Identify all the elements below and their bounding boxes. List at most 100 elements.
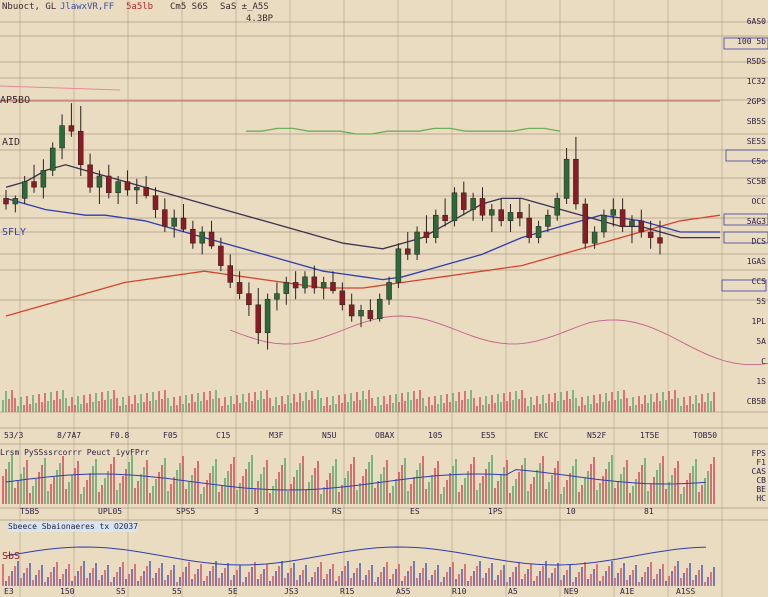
indicator-bar <box>296 580 298 586</box>
volume-bar <box>53 477 55 504</box>
volume-bar <box>695 459 697 504</box>
volume-bar <box>314 468 316 504</box>
volume-bar <box>215 459 217 504</box>
volume-bar <box>308 400 310 412</box>
volume-bar <box>50 392 52 412</box>
indicator-label: SbS <box>2 551 21 562</box>
price-axis-label: 1GAS <box>747 257 766 266</box>
volume-bar <box>515 479 517 504</box>
indicator-bar <box>611 561 613 586</box>
volume-bar <box>296 402 298 412</box>
volume-bar <box>533 477 535 504</box>
volume-bar <box>680 494 682 504</box>
indicator-bar <box>11 571 13 586</box>
volume-bar <box>386 404 388 412</box>
indicator-bar <box>320 562 322 586</box>
indicator-bar <box>254 562 256 586</box>
volume-bar <box>422 456 424 504</box>
candle-body <box>87 164 93 188</box>
indicator-bar <box>581 567 583 586</box>
volume-bar <box>227 471 229 504</box>
candle-body <box>236 282 243 294</box>
candle-body <box>21 181 28 199</box>
indicator-bar <box>542 566 544 586</box>
volume-axis-label: BE <box>756 485 766 494</box>
volume-bar <box>419 390 421 412</box>
indicator-bar <box>677 561 679 586</box>
candle-body <box>59 125 65 149</box>
indicator-bar <box>422 568 424 586</box>
volume-bar <box>635 405 637 412</box>
volume-bar <box>431 475 433 504</box>
volume-bar <box>470 390 472 412</box>
volume-bar <box>206 400 208 412</box>
volume-bar <box>245 469 247 504</box>
indicator-bar <box>497 575 499 586</box>
indicator-bar <box>35 575 37 586</box>
volume-bar <box>527 406 529 412</box>
volume-bar <box>674 468 676 504</box>
volume-bar <box>131 455 133 504</box>
volume-bar <box>302 401 304 412</box>
volume-bar <box>80 404 82 412</box>
indicator-bar <box>218 578 220 586</box>
indicator-bar <box>248 572 250 586</box>
indicator-bar <box>695 575 697 586</box>
volume-bar <box>14 398 16 412</box>
candle-body <box>591 231 598 244</box>
volume-bar <box>308 482 310 504</box>
indicator-bar <box>533 581 535 586</box>
volume-bar <box>704 402 706 412</box>
indicator-bar <box>440 582 442 586</box>
volume-bar <box>161 465 163 504</box>
volume-bar <box>335 459 337 504</box>
volume-axis-label: CAS <box>752 467 767 476</box>
indicator-bar <box>68 564 70 586</box>
candle-body <box>348 304 355 317</box>
volume-bar <box>563 487 565 504</box>
indicator-date-label: A55 <box>396 587 411 596</box>
volume-bar <box>20 397 22 412</box>
price-axis-label: SE5S <box>747 137 766 146</box>
volume-bar <box>617 391 619 412</box>
volume-bar <box>47 401 49 412</box>
indicator-bar <box>710 572 712 586</box>
volume-bar <box>47 491 49 504</box>
volume-bar <box>86 480 88 504</box>
volume-bar <box>305 392 307 412</box>
candle-body <box>292 282 299 289</box>
volume-bar <box>335 404 337 412</box>
header-item-3: Cm5 S6S <box>170 2 208 12</box>
volume-bar <box>575 398 577 412</box>
volume-bar <box>32 486 34 504</box>
indicator-bar <box>479 561 481 586</box>
candle-body <box>386 282 392 300</box>
indicator-bar <box>284 578 286 586</box>
volume-bar <box>191 475 193 504</box>
volume-bar <box>479 483 481 504</box>
indicator-bar <box>641 577 643 586</box>
volume-bar <box>461 485 463 504</box>
date-label: 105 <box>428 431 443 440</box>
candle-body <box>638 220 645 233</box>
indicator-bar <box>674 566 676 586</box>
volume-bar <box>302 456 304 504</box>
indicator-bar <box>251 567 253 586</box>
candle-body <box>106 175 112 194</box>
volume-bar <box>359 483 361 504</box>
volume-bar <box>176 405 178 412</box>
candle-body <box>414 231 420 255</box>
indicator-bar <box>398 564 400 586</box>
volume-bar <box>428 482 430 504</box>
volume-bar <box>221 485 223 504</box>
volume-bar <box>284 458 286 504</box>
indicator-bar <box>707 577 709 586</box>
date-label: F05 <box>163 431 178 440</box>
candle-body <box>629 220 635 227</box>
volume-bar <box>677 398 679 412</box>
volume-bar <box>569 399 571 412</box>
volume-bar <box>581 485 583 504</box>
volume-bar <box>233 457 235 504</box>
volume-bar <box>686 405 688 412</box>
indicator-bar <box>212 566 214 586</box>
